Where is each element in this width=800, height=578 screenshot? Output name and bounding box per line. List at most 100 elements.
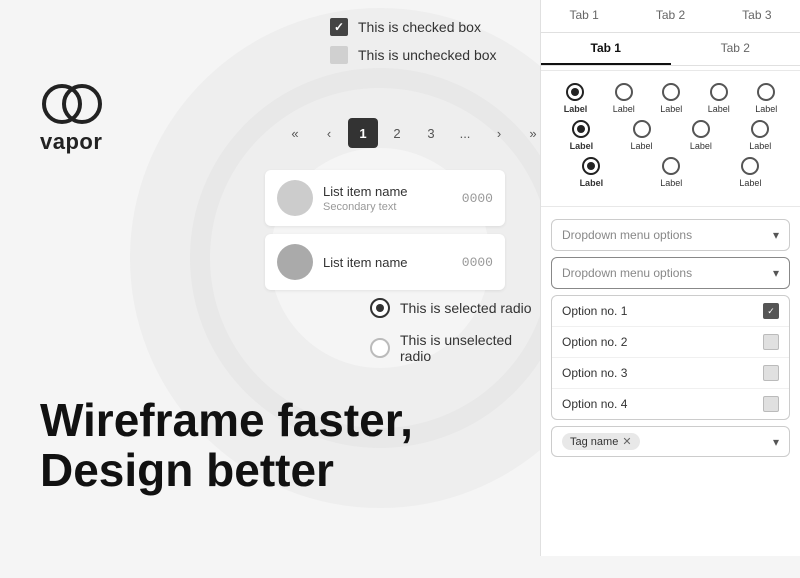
dropdown-option-2[interactable]: Option no. 2 bbox=[552, 327, 789, 358]
pagination-prev-button[interactable]: ‹ bbox=[314, 118, 344, 148]
list-item[interactable]: List item name Secondary text 0000 bbox=[265, 170, 505, 226]
radio-label: Label bbox=[755, 104, 777, 114]
logo-text: vapor bbox=[40, 129, 110, 155]
tab-1-active[interactable]: Tab 1 bbox=[541, 33, 671, 65]
radio-grid-item[interactable]: Label bbox=[631, 120, 653, 151]
radio-label: Label bbox=[660, 178, 682, 188]
tab-3[interactable]: Tab 3 bbox=[714, 0, 800, 32]
pagination-page-3[interactable]: 3 bbox=[416, 118, 446, 148]
radio-label: Label bbox=[749, 141, 771, 151]
pagination-ellipsis: ... bbox=[450, 118, 480, 148]
radio-empty bbox=[615, 83, 633, 101]
pagination: « ‹ 1 2 3 ... › » bbox=[280, 118, 548, 148]
radio-label: Label bbox=[570, 141, 594, 151]
option-checkbox-unchecked[interactable] bbox=[763, 365, 779, 381]
tag-chip: Tag name ✕ bbox=[562, 433, 640, 450]
radio-filled bbox=[582, 157, 600, 175]
radio-empty bbox=[710, 83, 728, 101]
radio-label: Label bbox=[613, 104, 635, 114]
unchecked-checkbox-row: This is unchecked box bbox=[330, 46, 497, 64]
unselected-radio-row: This is unselected radio bbox=[370, 332, 540, 364]
checked-checkbox-row: This is checked box bbox=[330, 18, 497, 36]
radio-label: Label bbox=[631, 141, 653, 151]
dropdown-1[interactable]: Dropdown menu options ▾ bbox=[551, 219, 790, 251]
radio-empty bbox=[757, 83, 775, 101]
tag-dropdown[interactable]: Tag name ✕ ▾ bbox=[551, 426, 790, 457]
chevron-down-icon: ▾ bbox=[773, 266, 779, 280]
option-checkbox-unchecked[interactable] bbox=[763, 396, 779, 412]
radio-grid-item[interactable]: Label bbox=[690, 120, 712, 151]
option-label: Option no. 1 bbox=[562, 304, 627, 318]
list-item-name: List item name bbox=[323, 184, 452, 199]
pagination-first-button[interactable]: « bbox=[280, 118, 310, 148]
chevron-down-icon: ▾ bbox=[773, 228, 779, 242]
radio-empty bbox=[741, 157, 759, 175]
left-panel: vapor This is checked box This is unchec… bbox=[0, 0, 540, 556]
radio-empty bbox=[751, 120, 769, 138]
pagination-page-1[interactable]: 1 bbox=[348, 118, 378, 148]
tag-remove-button[interactable]: ✕ bbox=[622, 435, 631, 448]
dropdown-section: Dropdown menu options ▾ Dropdown menu op… bbox=[541, 211, 800, 465]
dropdown-1-text: Dropdown menu options bbox=[562, 228, 692, 242]
radio-grid-item[interactable]: Label bbox=[580, 157, 604, 188]
dropdown-option-4[interactable]: Option no. 4 bbox=[552, 389, 789, 419]
radio-filled bbox=[566, 83, 584, 101]
radio-empty bbox=[633, 120, 651, 138]
radio-grid-row-1: Label Label Label Label Label bbox=[551, 83, 790, 114]
dropdown-option-3[interactable]: Option no. 3 bbox=[552, 358, 789, 389]
tab-1[interactable]: Tab 1 bbox=[541, 0, 627, 32]
tabs-row-2: Tab 1 Tab 2 bbox=[541, 33, 800, 66]
radio-grid-item[interactable]: Label bbox=[749, 120, 771, 151]
pagination-next-button[interactable]: › bbox=[484, 118, 514, 148]
logo-area: vapor bbox=[40, 80, 110, 155]
radio-grid-item[interactable]: Label bbox=[739, 157, 761, 188]
radio-grid-item[interactable]: Label bbox=[564, 83, 588, 114]
radio-label: Label bbox=[564, 104, 588, 114]
list-item[interactable]: List item name 0000 bbox=[265, 234, 505, 290]
list-item-text: List item name bbox=[323, 255, 452, 270]
unchecked-checkbox[interactable] bbox=[330, 46, 348, 64]
avatar bbox=[277, 244, 313, 280]
radio-grid-row-3: Label Label Label bbox=[551, 157, 790, 188]
unselected-radio[interactable] bbox=[370, 338, 390, 358]
hero-line2: Design better bbox=[40, 444, 334, 496]
radio-grid-item[interactable]: Label bbox=[660, 83, 682, 114]
selected-radio-label: This is selected radio bbox=[400, 300, 532, 316]
radio-grid-row-2: Label Label Label Label bbox=[551, 120, 790, 151]
checkboxes-area: This is checked box This is unchecked bo… bbox=[330, 18, 497, 74]
tag-chip-label: Tag name bbox=[570, 436, 618, 448]
list-item-number: 0000 bbox=[462, 191, 493, 206]
radio-label: Label bbox=[660, 104, 682, 114]
radio-label: Label bbox=[708, 104, 730, 114]
tab-2[interactable]: Tab 2 bbox=[627, 0, 713, 32]
checked-checkbox-label: This is checked box bbox=[358, 19, 481, 35]
hero-line1: Wireframe faster, bbox=[40, 394, 413, 446]
tabs-row-1: Tab 1 Tab 2 Tab 3 bbox=[541, 0, 800, 33]
option-label: Option no. 2 bbox=[562, 335, 627, 349]
radio-grid-item[interactable]: Label bbox=[613, 83, 635, 114]
radio-label: Label bbox=[739, 178, 761, 188]
radio-grid-item[interactable]: Label bbox=[570, 120, 594, 151]
dropdown-option-1[interactable]: Option no. 1 bbox=[552, 296, 789, 327]
radio-empty bbox=[692, 120, 710, 138]
dropdown-2[interactable]: Dropdown menu options ▾ bbox=[551, 257, 790, 289]
unchecked-checkbox-label: This is unchecked box bbox=[358, 47, 497, 63]
radio-buttons-area: This is selected radio This is unselecte… bbox=[370, 298, 540, 378]
selected-radio-row: This is selected radio bbox=[370, 298, 540, 318]
radio-grid-item[interactable]: Label bbox=[755, 83, 777, 114]
divider bbox=[541, 70, 800, 71]
list-item-secondary: Secondary text bbox=[323, 201, 452, 213]
radio-grid-item[interactable]: Label bbox=[660, 157, 682, 188]
pagination-page-2[interactable]: 2 bbox=[382, 118, 412, 148]
hero-text: Wireframe faster, Design better bbox=[40, 395, 413, 496]
tab-2-inactive[interactable]: Tab 2 bbox=[671, 33, 800, 65]
checked-checkbox[interactable] bbox=[330, 18, 348, 36]
radio-grid-item[interactable]: Label bbox=[708, 83, 730, 114]
logo-icon bbox=[40, 80, 110, 125]
radio-label: Label bbox=[580, 178, 604, 188]
option-checkbox-checked[interactable] bbox=[763, 303, 779, 319]
option-checkbox-unchecked[interactable] bbox=[763, 334, 779, 350]
option-label: Option no. 4 bbox=[562, 397, 627, 411]
selected-radio[interactable] bbox=[370, 298, 390, 318]
list-items-area: List item name Secondary text 0000 List … bbox=[265, 170, 505, 298]
